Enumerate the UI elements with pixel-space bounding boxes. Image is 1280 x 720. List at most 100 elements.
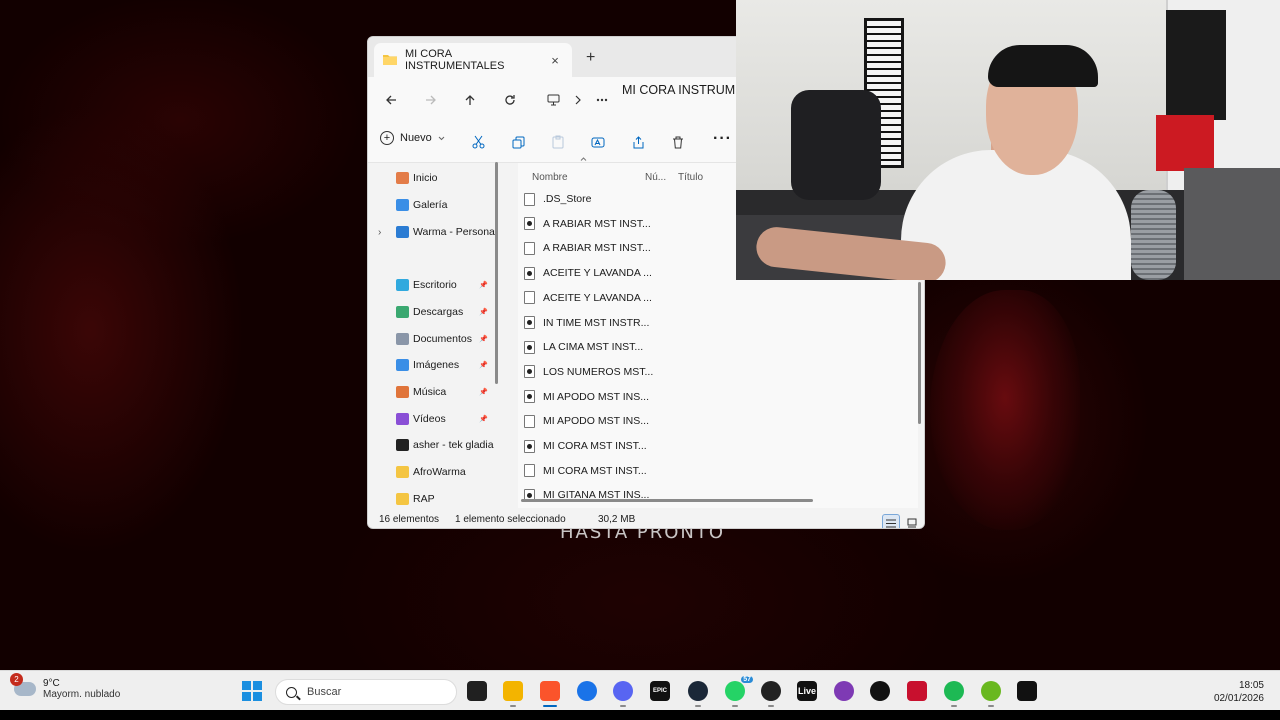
- sidebar-item[interactable]: Galería: [368, 193, 494, 217]
- sidebar-item[interactable]: AfroWarma: [368, 460, 494, 484]
- webcam-person-cap: [988, 45, 1098, 87]
- sidebar-item[interactable]: Música 📌: [368, 380, 494, 404]
- new-button[interactable]: + Nuevo: [380, 131, 445, 145]
- cut-icon[interactable]: [468, 132, 488, 152]
- file-icon: [524, 241, 535, 255]
- file-name: MI CORA MST INST...: [543, 440, 647, 452]
- task-view-icon[interactable]: [467, 681, 487, 701]
- webcam-red-box: [1156, 115, 1214, 171]
- file-row[interactable]: MI GITANA MST INS...: [518, 483, 916, 507]
- taskbar: 2 9°C Mayorm. nublado Buscar 18:05 02/01…: [0, 670, 1280, 710]
- sidebar-item[interactable]: asher - tek gladia: [368, 433, 494, 457]
- epic-games-icon[interactable]: EPIC: [650, 681, 670, 701]
- weather-description: Mayorm. nublado: [43, 689, 121, 700]
- running-indicator: [768, 705, 774, 707]
- delete-icon[interactable]: [668, 132, 688, 152]
- vertical-scrollbar[interactable]: [918, 282, 921, 424]
- horizontal-scrollbar[interactable]: [521, 499, 813, 502]
- tor-browser-icon[interactable]: [834, 681, 854, 701]
- weather-widget[interactable]: 2 9°C Mayorm. nublado: [10, 673, 121, 700]
- close-tab-icon[interactable]: ×: [544, 53, 566, 68]
- running-indicator: [543, 705, 557, 707]
- music-icon: [396, 386, 409, 398]
- sidebar-item[interactable]: Escritorio 📌: [368, 273, 494, 297]
- windows-logo-icon: [242, 681, 251, 690]
- this-pc-icon[interactable]: [542, 89, 564, 111]
- ableton-live-icon[interactable]: Live: [797, 681, 817, 701]
- pin-icon: 📌: [479, 336, 488, 343]
- capcut-icon[interactable]: [870, 681, 890, 701]
- file-row[interactable]: MI CORA MST INST...: [518, 434, 916, 458]
- explorer-tab[interactable]: MI CORA INSTRUMENTALES ×: [374, 43, 572, 77]
- sidebar-item[interactable]: Inicio: [368, 166, 494, 190]
- file-name: .DS_Store: [543, 193, 592, 205]
- spotify-icon[interactable]: [944, 681, 964, 701]
- breadcrumb-current-folder[interactable]: MI CORA INSTRUMEN: [622, 83, 753, 97]
- paste-icon[interactable]: [548, 132, 568, 152]
- whatsapp-icon[interactable]: 57: [725, 676, 753, 701]
- rename-icon[interactable]: [588, 132, 608, 152]
- sidebar-item[interactable]: Documentos 📌: [368, 327, 494, 351]
- running-indicator: [620, 705, 626, 707]
- sidebar-item[interactable]: Vídeos 📌: [368, 407, 494, 431]
- file-icon: [524, 291, 535, 305]
- file-explorer-icon[interactable]: [503, 681, 523, 701]
- selection-size: 30,2 MB: [598, 514, 636, 525]
- navigation-pane-scrollbar[interactable]: [495, 162, 498, 384]
- file-row[interactable]: MI CORA MST INST...: [518, 459, 916, 483]
- file-row[interactable]: LOS NUMEROS MST...: [518, 360, 916, 384]
- new-tab-button[interactable]: +: [586, 49, 595, 67]
- taskbar-search[interactable]: Buscar: [275, 679, 457, 705]
- media-file-icon: [524, 340, 535, 354]
- add-icon: +: [380, 131, 394, 145]
- file-name: MI APODO MST INS...: [543, 390, 649, 403]
- sidebar-item[interactable]: Descargas 📌: [368, 300, 494, 324]
- running-indicator: [732, 705, 738, 707]
- file-row[interactable]: ACEITE Y LAVANDA ...: [518, 286, 916, 310]
- sidebar-item[interactable]: › Warma - Personal: [368, 220, 497, 244]
- steam-icon[interactable]: [688, 681, 708, 701]
- clock-date: 02/01/2026: [1213, 693, 1264, 704]
- file-name: A RABIAR MST INST...: [543, 217, 651, 230]
- refresh-icon[interactable]: [499, 89, 521, 111]
- sidebar-item[interactable]: Imágenes 📌: [368, 353, 494, 377]
- file-row[interactable]: IN TIME MST INSTR...: [518, 311, 916, 335]
- chrome-icon[interactable]: [577, 681, 597, 701]
- up-icon[interactable]: [459, 89, 481, 111]
- details-view-icon[interactable]: [882, 514, 900, 528]
- file-row[interactable]: LA CIMA MST INST...: [518, 335, 916, 359]
- sort-ascending-icon: [580, 154, 587, 164]
- system-clock[interactable]: 18:05 02/01/2026: [1214, 679, 1264, 705]
- file-row[interactable]: MI APODO MST INS...: [518, 409, 916, 433]
- chevron-down-icon: [438, 136, 445, 140]
- forward-icon[interactable]: [420, 89, 442, 111]
- share-icon[interactable]: [628, 132, 648, 152]
- downloads-icon: [396, 306, 409, 318]
- breadcrumb-overflow-icon[interactable]: [591, 89, 613, 111]
- media-file-icon: [524, 439, 535, 453]
- start-button[interactable]: [242, 681, 262, 701]
- file-name: MI CORA MST INST...: [543, 464, 647, 477]
- file-row[interactable]: MI APODO MST INS...: [518, 385, 916, 409]
- brave-icon[interactable]: [540, 681, 560, 701]
- poker-icon[interactable]: [907, 681, 927, 701]
- sidebar-item-label: asher - tek gladia: [413, 439, 494, 451]
- more-options-icon[interactable]: ···: [713, 130, 732, 148]
- search-icon: [286, 686, 297, 698]
- large-icons-view-icon[interactable]: [903, 514, 921, 528]
- status-bar: 16 elementos 1 elemento seleccionado 30,…: [368, 508, 924, 528]
- media-file-icon: [524, 390, 535, 404]
- obs-icon[interactable]: [761, 681, 781, 701]
- running-indicator: [951, 705, 957, 707]
- chevron-right-icon[interactable]: ›: [378, 227, 381, 238]
- copy-icon[interactable]: [508, 132, 528, 152]
- folder-icon: [396, 493, 409, 505]
- torrent-icon[interactable]: [981, 681, 1001, 701]
- back-icon[interactable]: [380, 89, 402, 111]
- pin-icon: 📌: [479, 389, 488, 396]
- sidebar-item-label: Música: [413, 386, 447, 398]
- capcut-edit-icon[interactable]: [1017, 681, 1037, 701]
- sidebar-item-label: RAP: [413, 493, 435, 505]
- sidebar-item-label: Inicio: [413, 172, 438, 184]
- discord-icon[interactable]: [613, 681, 633, 701]
